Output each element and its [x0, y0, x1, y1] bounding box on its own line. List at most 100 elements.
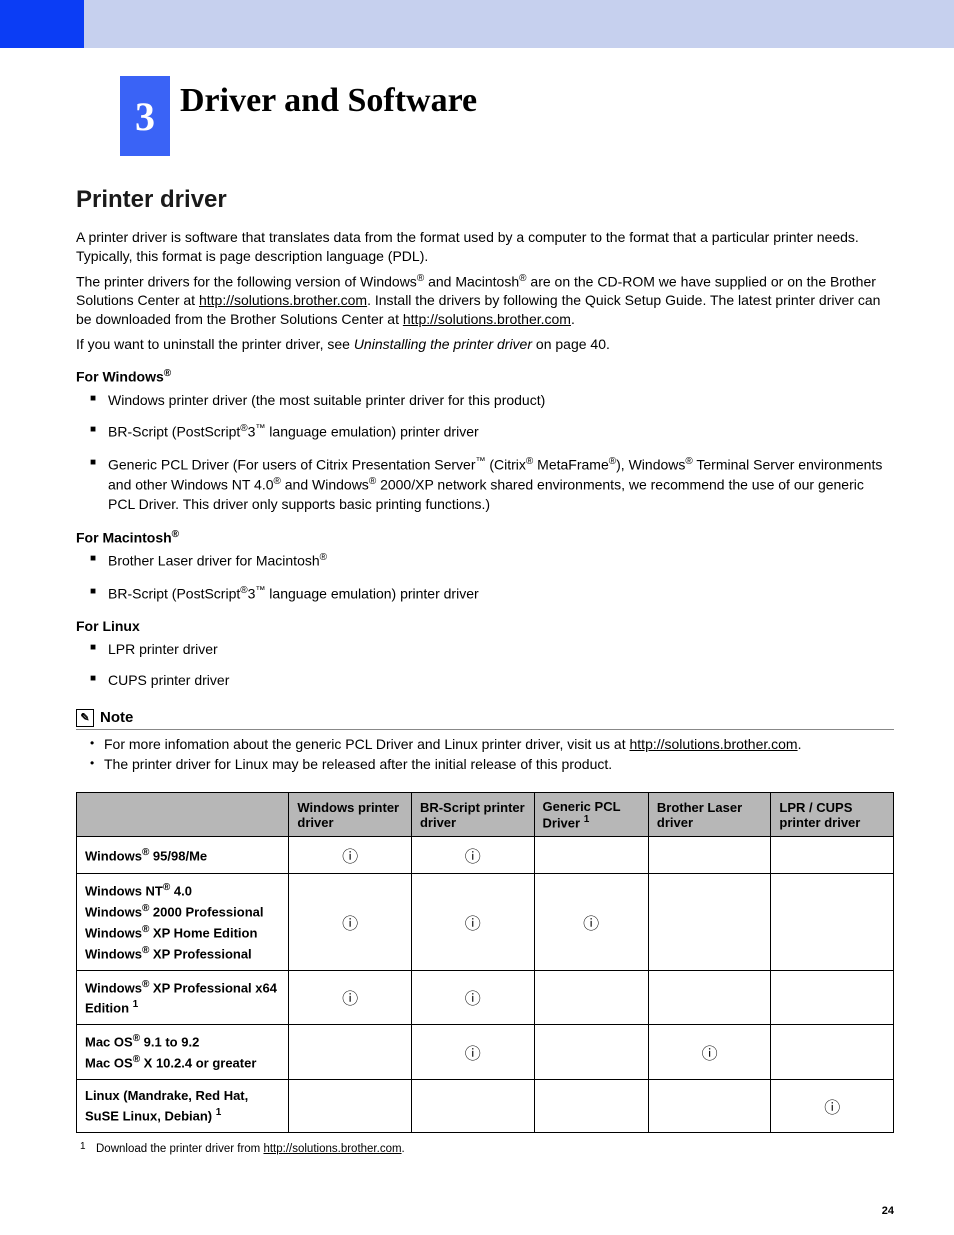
registered-mark: ® [240, 585, 247, 596]
footnote: 1 Download the printer driver from http:… [76, 1143, 894, 1155]
table-row: Windows® 95/98/Meⓘⓘ [77, 837, 894, 874]
solutions-link[interactable]: http://solutions.brother.com [630, 736, 798, 752]
text: language emulation) printer driver [265, 585, 478, 601]
table-row-label: Windows NT® 4.0Windows® 2000 Professiona… [77, 874, 289, 970]
trademark-mark: ™ [255, 585, 265, 596]
list-item: CUPS printer driver [94, 671, 894, 691]
text: Brother Laser driver for Macintosh [108, 553, 320, 569]
solutions-link[interactable]: http://solutions.brother.com [199, 292, 367, 308]
text: . [571, 311, 575, 327]
note-label: Note [100, 709, 133, 726]
list-item: Generic PCL Driver (For users of Citrix … [94, 455, 894, 515]
table-header: Generic PCL Driver 1 [534, 792, 648, 836]
text: Generic PCL Driver [543, 799, 621, 830]
xref-uninstall: Uninstalling the printer driver [354, 336, 532, 352]
solutions-link[interactable]: http://solutions.brother.com [403, 311, 571, 327]
note-icon: ✎ [76, 709, 94, 727]
table-row-label: Windows® XP Professional x64 Edition 1 [77, 970, 289, 1025]
table-cell [534, 837, 648, 874]
list-item: LPR printer driver [94, 640, 894, 660]
heading-for-linux: For Linux [76, 618, 894, 634]
trademark-mark: ™ [475, 456, 485, 467]
table-cell: ⓘ [648, 1025, 771, 1080]
table-cell: ⓘ [411, 837, 534, 874]
chapter-heading-row: 3 Driver and Software [0, 76, 954, 156]
paragraph-drivers-location: The printer drivers for the following ve… [76, 272, 894, 329]
solutions-link[interactable]: http://solutions.brother.com [263, 1143, 401, 1155]
table-cell [648, 874, 771, 970]
text: If you want to uninstall the printer dri… [76, 336, 354, 352]
table-cell [648, 1079, 771, 1132]
table-row: Windows NT® 4.0Windows® 2000 Professiona… [77, 874, 894, 970]
table-cell: ⓘ [411, 970, 534, 1025]
footnote-ref: 1 [584, 814, 590, 825]
table-cell: ⓘ [534, 874, 648, 970]
text: ), Windows [616, 456, 685, 472]
heading-for-windows: For Windows® [76, 368, 894, 385]
text: . [798, 736, 802, 752]
text: For Macintosh [76, 529, 172, 545]
table-cell [289, 1025, 412, 1080]
registered-mark: ® [519, 273, 526, 284]
header-blue-box [0, 0, 84, 48]
text: The printer drivers for the following ve… [76, 273, 417, 289]
list-item: For more infomation about the generic PC… [94, 736, 894, 752]
text: BR-Script (PostScript [108, 585, 240, 601]
text: For Windows [76, 369, 164, 385]
table-cell [771, 837, 894, 874]
table-cell: ⓘ [771, 1079, 894, 1132]
page-content: Printer driver A printer driver is softw… [76, 186, 894, 1155]
section-title: Printer driver [76, 186, 894, 214]
text: . [402, 1143, 405, 1155]
text: language emulation) printer driver [265, 424, 478, 440]
table-cell: ⓘ [289, 837, 412, 874]
table-cell [771, 1025, 894, 1080]
text: (Citrix [485, 456, 525, 472]
linux-list: LPR printer driver CUPS printer driver [76, 640, 894, 691]
registered-mark: ® [274, 476, 281, 487]
table-header: Brother Laser driver [648, 792, 771, 836]
header-light-blue [84, 0, 954, 48]
heading-for-macintosh: For Macintosh® [76, 529, 894, 546]
text: and Windows [281, 476, 369, 492]
paragraph-uninstall: If you want to uninstall the printer dri… [76, 335, 894, 354]
table-cell: ⓘ [289, 970, 412, 1025]
table-row-label: Windows® 95/98/Me [77, 837, 289, 874]
list-item: BR-Script (PostScript®3™ language emulat… [94, 584, 894, 604]
note-list: For more infomation about the generic PC… [76, 736, 894, 772]
text: For more infomation about the generic PC… [104, 736, 630, 752]
table-header: LPR / CUPS printer driver [771, 792, 894, 836]
table-header: Windows printer driver [289, 792, 412, 836]
table-cell: ⓘ [411, 874, 534, 970]
list-item: Brother Laser driver for Macintosh® [94, 551, 894, 571]
text: and Macintosh [424, 273, 519, 289]
note-heading: ✎ Note [76, 709, 894, 730]
table-cell [534, 970, 648, 1025]
list-item: Windows printer driver (the most suitabl… [94, 391, 894, 411]
table-cell [411, 1079, 534, 1132]
header-band [0, 0, 954, 48]
macintosh-list: Brother Laser driver for Macintosh® BR-S… [76, 551, 894, 604]
table-row: Mac OS® 9.1 to 9.2Mac OS® X 10.2.4 or gr… [77, 1025, 894, 1080]
table-cell [648, 970, 771, 1025]
table-row: Linux (Mandrake, Red Hat, SuSE Linux, De… [77, 1079, 894, 1132]
windows-list: Windows printer driver (the most suitabl… [76, 391, 894, 515]
table-header-row: Windows printer driver BR-Script printer… [77, 792, 894, 836]
text: MetaFrame [533, 456, 608, 472]
text: on page 40. [532, 336, 610, 352]
registered-mark: ® [320, 552, 327, 563]
table-header [77, 792, 289, 836]
table-cell [771, 874, 894, 970]
table-row: Windows® XP Professional x64 Edition 1ⓘⓘ [77, 970, 894, 1025]
registered-mark: ® [172, 529, 179, 540]
table-cell [534, 1079, 648, 1132]
registered-mark: ® [685, 456, 692, 467]
chapter-number: 3 [120, 76, 170, 156]
chapter-title: Driver and Software [180, 82, 954, 120]
table-row-label: Linux (Mandrake, Red Hat, SuSE Linux, De… [77, 1079, 289, 1132]
driver-compat-table: Windows printer driver BR-Script printer… [76, 792, 894, 1133]
table-cell: ⓘ [411, 1025, 534, 1080]
registered-mark: ® [240, 423, 247, 434]
text: Download the printer driver from [96, 1143, 263, 1155]
table-header: BR-Script printer driver [411, 792, 534, 836]
